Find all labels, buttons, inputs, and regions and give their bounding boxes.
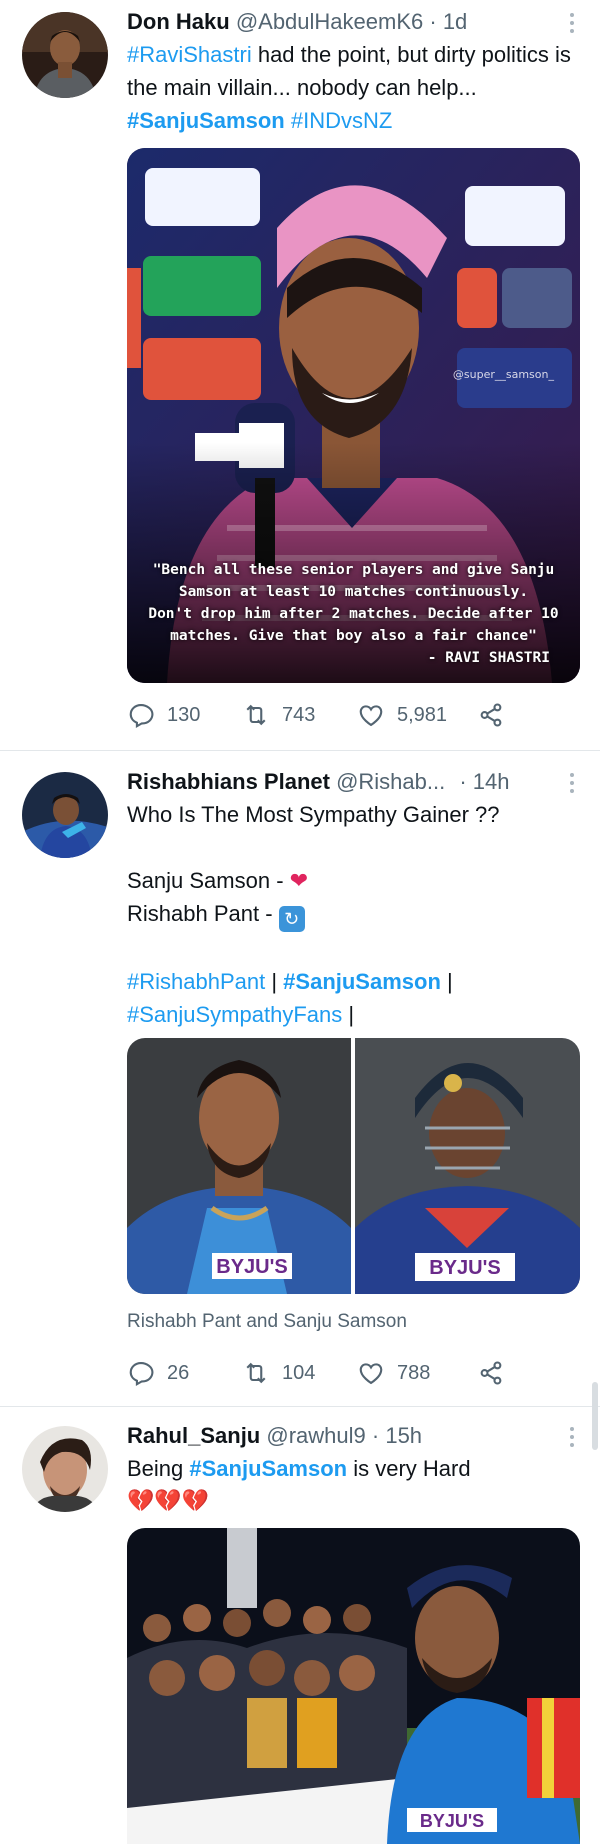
timestamp[interactable]: · 14h — [459, 769, 509, 794]
tweet-text: #RaviShastri had the point, but dirty po… — [127, 38, 580, 137]
avatar[interactable] — [22, 1426, 108, 1512]
tweet-header: Don Haku @AbdulHakeemK6 · 1d — [127, 8, 562, 36]
text-span: | — [342, 1002, 355, 1027]
svg-text:BYJU'S: BYJU'S — [420, 1811, 484, 1831]
like-button[interactable]: 5,981 — [357, 701, 477, 729]
tweet-actions: 26 104 788 — [127, 1358, 580, 1388]
hashtag-link[interactable]: #RaviShastri — [127, 42, 252, 67]
text-span: Rishabh Pant - — [127, 901, 279, 926]
display-name[interactable]: Rishabhians Planet — [127, 769, 330, 794]
tweet-header: Rahul_Sanju @rawhul9 · 15h — [127, 1422, 562, 1450]
tweet-divider — [0, 1406, 600, 1407]
quote-line: Samson at least 10 matches continuously. — [178, 584, 529, 600]
tweet-text: Who Is The Most Sympathy Gainer ?? Sanju… — [127, 798, 580, 1031]
tweet-text: Being #SanjuSamson is very Hard 💔💔💔 — [127, 1452, 580, 1518]
display-name[interactable]: Rahul_Sanju — [127, 1423, 260, 1448]
reply-button[interactable]: 130 — [127, 701, 242, 729]
retweet-count: 743 — [282, 703, 316, 726]
quote-author: - RAVI SHASTRI — [427, 650, 550, 666]
text-span: Sanju Samson - — [127, 868, 290, 893]
more-icon[interactable] — [562, 770, 582, 796]
tweet-image[interactable]: BYJU'S — [127, 1528, 580, 1844]
text-line: Who Is The Most Sympathy Gainer ?? — [127, 802, 500, 827]
hashtag-link[interactable]: #SanjuSamson — [189, 1456, 347, 1481]
hashtag-link[interactable]: #INDvsNZ — [291, 108, 392, 133]
hashtag-link[interactable]: #SanjuSamson — [127, 108, 285, 133]
reply-icon — [129, 1362, 154, 1387]
avatar[interactable] — [22, 12, 108, 98]
red-heart-emoji: ❤ — [289, 868, 309, 893]
hashtag-link[interactable]: #SanjuSamson — [283, 969, 441, 994]
quote-line: Don't drop him after 2 matches. Decide a… — [148, 606, 559, 622]
like-icon — [359, 1363, 383, 1385]
handle[interactable]: @Rishab... — [336, 769, 445, 794]
like-count: 788 — [397, 1361, 431, 1384]
share-button[interactable] — [477, 701, 517, 729]
more-icon[interactable] — [562, 10, 582, 36]
reply-button[interactable]: 26 — [127, 1359, 242, 1387]
hashtag-line: #RishabhPant | #SanjuSamson | #SanjuSymp… — [127, 965, 580, 1031]
text-span: Being — [127, 1456, 190, 1481]
timestamp[interactable]: · 15h — [372, 1423, 422, 1448]
quote-line: matches. Give that boy also a fair chanc… — [170, 628, 537, 644]
tweet-image-right[interactable]: BYJU'S — [355, 1038, 580, 1294]
reply-count: 26 — [167, 1361, 190, 1384]
like-icon — [359, 705, 383, 727]
tweet-image[interactable]: @super__samson_ "Bench all these senior … — [127, 148, 580, 683]
image-caption: Rishabh Pant and Sanju Samson — [127, 1311, 407, 1332]
like-button[interactable]: 788 — [357, 1359, 477, 1387]
hashtag-link[interactable]: #RishabhPant — [127, 969, 265, 994]
display-name[interactable]: Don Haku — [127, 9, 230, 34]
text-line: Rishabh Pant - ↻ — [127, 897, 580, 932]
retweet-icon — [246, 1362, 266, 1384]
repeat-emoji: ↻ — [278, 906, 305, 932]
svg-text:BYJU'S: BYJU'S — [429, 1257, 500, 1279]
tweet-2[interactable]: Rishabhians Planet @Rishab... · 14h Who … — [0, 752, 600, 1402]
handle[interactable]: @AbdulHakeemK6 — [236, 9, 423, 34]
text-span: | — [265, 969, 284, 994]
quote-line: "Bench all these senior players and give… — [152, 562, 555, 578]
timestamp[interactable]: · 1d — [429, 9, 467, 34]
reply-icon — [129, 704, 154, 729]
retweet-icon — [246, 704, 266, 726]
text-line: Sanju Samson - ❤ — [127, 864, 580, 897]
tweet-divider — [0, 750, 600, 751]
tweet-1[interactable]: Don Haku @AbdulHakeemK6 · 1d #RaviShastr… — [0, 0, 600, 738]
tweet-actions: 130 743 5,981 — [127, 700, 580, 730]
like-count: 5,981 — [397, 703, 448, 726]
svg-text:BYJU'S: BYJU'S — [216, 1256, 287, 1278]
tweet-header: Rishabhians Planet @Rishab... · 14h — [127, 768, 562, 796]
retweet-button[interactable]: 743 — [242, 701, 357, 729]
tweet-image-grid: BYJU'S BYJU'S — [127, 1038, 580, 1294]
image-quote: "Bench all these senior players and give… — [127, 559, 580, 669]
tweet-3[interactable]: Rahul_Sanju @rawhul9 · 15h Being #SanjuS… — [0, 1408, 600, 1844]
share-button[interactable] — [477, 1359, 517, 1387]
image-watermark: @super__samson_ — [452, 368, 554, 381]
tweet-image-left[interactable]: BYJU'S — [127, 1038, 351, 1294]
text-line: Being #SanjuSamson is very Hard — [127, 1452, 580, 1485]
retweet-count: 104 — [282, 1361, 316, 1384]
share-icon — [480, 1361, 502, 1385]
reply-count: 130 — [167, 703, 201, 726]
text-span: is very Hard — [347, 1456, 471, 1481]
handle[interactable]: @rawhul9 — [266, 1423, 365, 1448]
retweet-button[interactable]: 104 — [242, 1359, 357, 1387]
avatar[interactable] — [22, 772, 108, 858]
text-span: | — [440, 969, 453, 994]
share-icon — [480, 703, 502, 727]
broken-heart-emoji: 💔💔💔 — [127, 1489, 210, 1514]
hashtag-link[interactable]: #SanjuSympathyFans — [127, 1002, 342, 1027]
more-icon[interactable] — [562, 1424, 582, 1450]
